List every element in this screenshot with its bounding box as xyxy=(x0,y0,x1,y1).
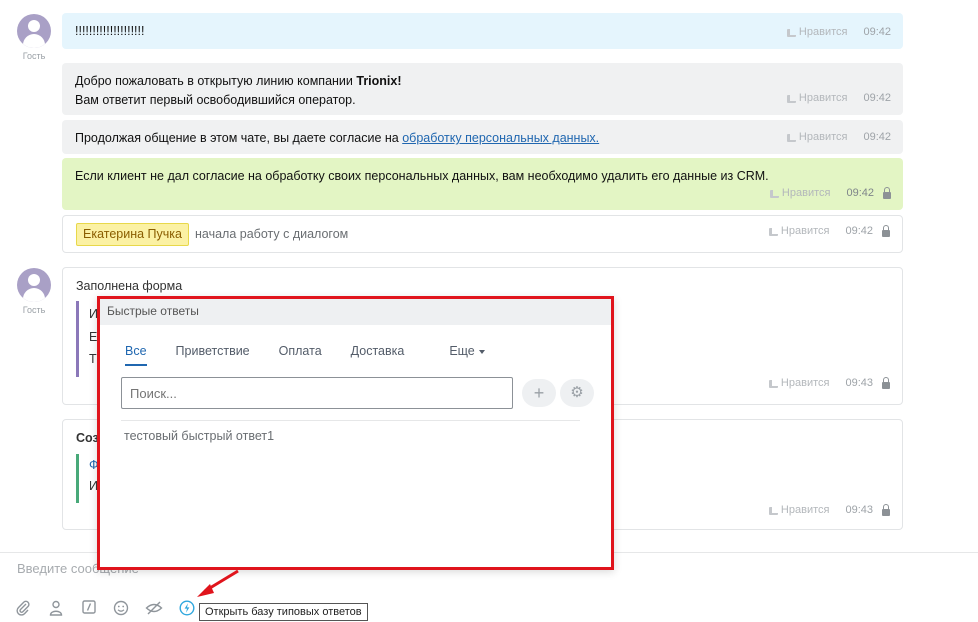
thumb-up-icon xyxy=(768,506,778,515)
avatar-body xyxy=(23,34,45,48)
avatar-body xyxy=(23,288,45,302)
like-button[interactable]: Нравится xyxy=(768,501,830,520)
divider xyxy=(121,420,580,421)
message-consent[interactable]: Продолжая общение в этом чате, вы даете … xyxy=(62,120,903,154)
quick-answers-tabs: Все Приветствие Оплата Доставка Еще xyxy=(125,344,514,366)
thumb-up-icon xyxy=(786,94,796,103)
message-time: 09:42 xyxy=(863,92,891,104)
message-time: 09:42 xyxy=(863,131,891,143)
like-label: Нравится xyxy=(798,26,848,38)
like-button[interactable]: Нравится xyxy=(786,128,848,147)
like-label: Нравится xyxy=(780,504,830,516)
message-text: !!!!!!!!!!!!!!!!!!!! xyxy=(75,24,145,38)
message-meta: Нравится 09:42 xyxy=(786,23,891,42)
message-meta: Нравится 09:42 xyxy=(769,184,891,203)
thumb-up-icon xyxy=(786,28,796,37)
lock-icon xyxy=(882,376,890,389)
guest-avatar[interactable] xyxy=(17,14,51,48)
thumb-up-icon xyxy=(769,189,779,198)
operator-joined-text: начала работу с диалогом xyxy=(195,227,349,241)
company-name: Trionix! xyxy=(356,74,402,88)
thumb-up-icon xyxy=(786,133,796,142)
lock-icon xyxy=(882,224,890,237)
message-meta: Нравится 09:42 xyxy=(786,128,891,147)
like-label: Нравится xyxy=(780,225,830,237)
message-time: 09:43 xyxy=(845,377,873,389)
message-time: 09:43 xyxy=(845,504,873,516)
thumb-up-icon xyxy=(768,227,778,236)
tab-all[interactable]: Все xyxy=(125,344,147,366)
avatar-head xyxy=(28,20,40,32)
hidden-eye-icon[interactable] xyxy=(145,600,163,616)
tab-payment[interactable]: Оплата xyxy=(279,344,322,366)
message-operator-joined[interactable]: Екатерина Пучка начала работу с диалогом … xyxy=(62,215,903,253)
like-label: Нравится xyxy=(798,131,848,143)
tab-delivery[interactable]: Доставка xyxy=(351,344,405,366)
like-button[interactable]: Нравится xyxy=(786,23,848,42)
welcome-line-2: Вам ответит первый освободившийся операт… xyxy=(75,93,356,107)
message-welcome[interactable]: Добро пожаловать в открытую линию компан… xyxy=(62,63,903,115)
lock-icon xyxy=(882,503,890,516)
gear-icon[interactable]: ⚙ xyxy=(560,379,594,407)
like-button[interactable]: Нравится xyxy=(786,89,848,108)
message-meta: Нравится 09:42 xyxy=(768,222,890,241)
message-guest-1[interactable]: !!!!!!!!!!!!!!!!!!!! Нравится 09:42 xyxy=(62,13,903,49)
message-meta: Нравится 09:42 xyxy=(786,89,891,108)
message-time: 09:42 xyxy=(846,187,874,199)
guest-label: Гость xyxy=(22,305,46,315)
welcome-line-1: Добро пожаловать в открытую линию компан… xyxy=(75,72,890,91)
welcome-text: Добро пожаловать в открытую линию компан… xyxy=(75,74,357,88)
message-time: 09:42 xyxy=(863,26,891,38)
tab-more[interactable]: Еще xyxy=(449,344,485,366)
message-meta: Нравится 09:43 xyxy=(768,374,890,393)
like-label: Нравится xyxy=(780,377,830,389)
tooltip-arrow xyxy=(181,570,191,576)
quick-answer-item[interactable]: тестовый быстрый ответ1 xyxy=(124,429,274,443)
guest-label: Гость xyxy=(22,51,46,61)
command-icon[interactable] xyxy=(81,600,97,616)
form-title: Заполнена форма xyxy=(76,279,183,293)
quick-answers-bolt-icon[interactable] xyxy=(179,600,195,616)
lock-icon xyxy=(883,186,891,199)
thumb-up-icon xyxy=(768,379,778,388)
user-icon[interactable] xyxy=(48,600,64,616)
consent-text: Продолжая общение в этом чате, вы даете … xyxy=(75,131,403,145)
chevron-down-icon xyxy=(478,349,485,354)
tab-more-label: Еще xyxy=(449,344,475,358)
guest-avatar[interactable] xyxy=(17,268,51,302)
created-quote-bar xyxy=(76,454,79,503)
like-label: Нравится xyxy=(781,187,831,199)
tab-greeting[interactable]: Приветствие xyxy=(176,344,250,366)
personal-data-link[interactable]: обработку персональных данных. xyxy=(402,131,599,145)
paperclip-icon[interactable] xyxy=(15,600,31,616)
system-note-text: Если клиент не дал согласие на обработку… xyxy=(75,169,769,183)
message-time: 09:42 xyxy=(845,225,873,237)
like-button[interactable]: Нравится xyxy=(769,184,831,203)
operator-name-badge[interactable]: Екатерина Пучка xyxy=(76,223,189,246)
like-button[interactable]: Нравится xyxy=(768,222,830,241)
message-system-note[interactable]: Если клиент не дал согласие на обработку… xyxy=(62,158,903,210)
quick-answers-search-input[interactable] xyxy=(121,377,513,409)
smile-icon[interactable] xyxy=(113,600,129,616)
form-field-line: Т xyxy=(89,352,97,366)
form-quote-bar xyxy=(76,301,79,377)
avatar-head xyxy=(28,274,40,286)
quick-answers-tooltip: Открыть базу типовых ответов xyxy=(199,603,368,621)
add-quick-answer-button[interactable]: + xyxy=(522,379,556,407)
like-button[interactable]: Нравится xyxy=(768,374,830,393)
quick-answers-popup[interactable]: Быстрые ответы Все Приветствие Оплата До… xyxy=(97,296,614,570)
quick-answers-title: Быстрые ответы xyxy=(100,299,611,325)
like-label: Нравится xyxy=(798,92,848,104)
message-meta: Нравится 09:43 xyxy=(768,501,890,520)
